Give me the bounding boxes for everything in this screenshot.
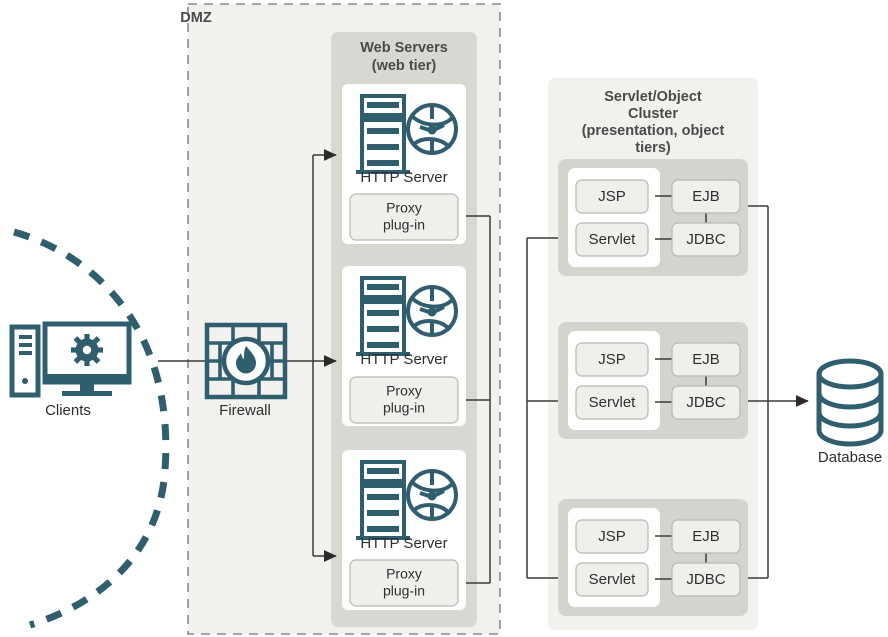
architecture-diagram: DMZ Web Servers (web tier) Servlet/Objec… [9,3,884,635]
group-web-servers-label-2: (web tier) [372,58,437,74]
proxy-plugin-box-1[interactable]: Proxy plug-in [349,193,459,241]
proxy-label-2a: Proxy [386,383,422,399]
jsp-box-2[interactable]: JSP [575,342,649,377]
cluster-node-1[interactable]: JSP Servlet EJB JDBC [558,159,748,276]
servlet-box-1[interactable]: Servlet [575,222,649,257]
ejb-label-2: EJB [692,351,720,368]
jdbc-label-1: JDBC [686,231,725,248]
zone-dmz-label: DMZ [180,10,212,26]
group-cluster-label-2: Cluster [628,106,678,122]
servlet-label-3: Servlet [589,571,637,588]
jdbc-label-3: JDBC [686,571,725,588]
group-cluster-label-3: (presentation, object [582,123,725,139]
jsp-label-3: JSP [598,528,626,545]
group-cluster-label-1: Servlet/Object [604,89,702,105]
web-server-node-1[interactable]: HTTP Server Proxy plug-in [342,84,466,244]
servlet-label-1: Servlet [589,231,637,248]
servlet-box-2[interactable]: Servlet [575,385,649,420]
proxy-label-3b: plug-in [383,583,425,599]
group-cluster-label-4: tiers) [635,140,671,156]
http-server-label-1: HTTP Server [360,169,447,186]
jdbc-box-3[interactable]: JDBC [671,562,741,597]
ejb-box-3[interactable]: EJB [671,519,741,554]
firewall-label: Firewall [219,402,271,419]
web-server-node-2[interactable]: HTTP Server Proxy plug-in [342,266,466,426]
ejb-label-3: EJB [692,528,720,545]
cluster-node-3[interactable]: JSP Servlet EJB JDBC [558,499,748,616]
servlet-box-3[interactable]: Servlet [575,562,649,597]
http-server-label-3: HTTP Server [360,535,447,552]
clients-computer-icon: Clients [9,321,132,419]
clients-label: Clients [45,402,91,419]
jdbc-label-2: JDBC [686,394,725,411]
proxy-label-1a: Proxy [386,200,422,216]
proxy-plugin-box-2[interactable]: Proxy plug-in [349,376,459,424]
jsp-box-3[interactable]: JSP [575,519,649,554]
database-label: Database [818,449,882,466]
proxy-plugin-box-3[interactable]: Proxy plug-in [349,559,459,607]
jdbc-box-1[interactable]: JDBC [671,222,741,257]
ejb-label-1: EJB [692,188,720,205]
jsp-box-1[interactable]: JSP [575,179,649,214]
http-server-label-2: HTTP Server [360,351,447,368]
ejb-box-1[interactable]: EJB [671,179,741,214]
servlet-label-2: Servlet [589,394,637,411]
jsp-label-1: JSP [598,188,626,205]
proxy-label-3a: Proxy [386,566,422,582]
proxy-label-1b: plug-in [383,217,425,233]
group-web-servers-label-1: Web Servers [360,40,448,56]
network-boundary-arc [13,228,170,629]
jdbc-box-2[interactable]: JDBC [671,385,741,420]
diagram-canvas: DMZ Web Servers (web tier) Servlet/Objec… [0,0,888,637]
cluster-node-2[interactable]: JSP Servlet EJB JDBC [558,322,748,439]
ejb-box-2[interactable]: EJB [671,342,741,377]
proxy-label-2b: plug-in [383,400,425,416]
web-server-node-3[interactable]: HTTP Server Proxy plug-in [342,450,466,610]
database-cylinder-icon: Database [816,358,884,466]
jsp-label-2: JSP [598,351,626,368]
